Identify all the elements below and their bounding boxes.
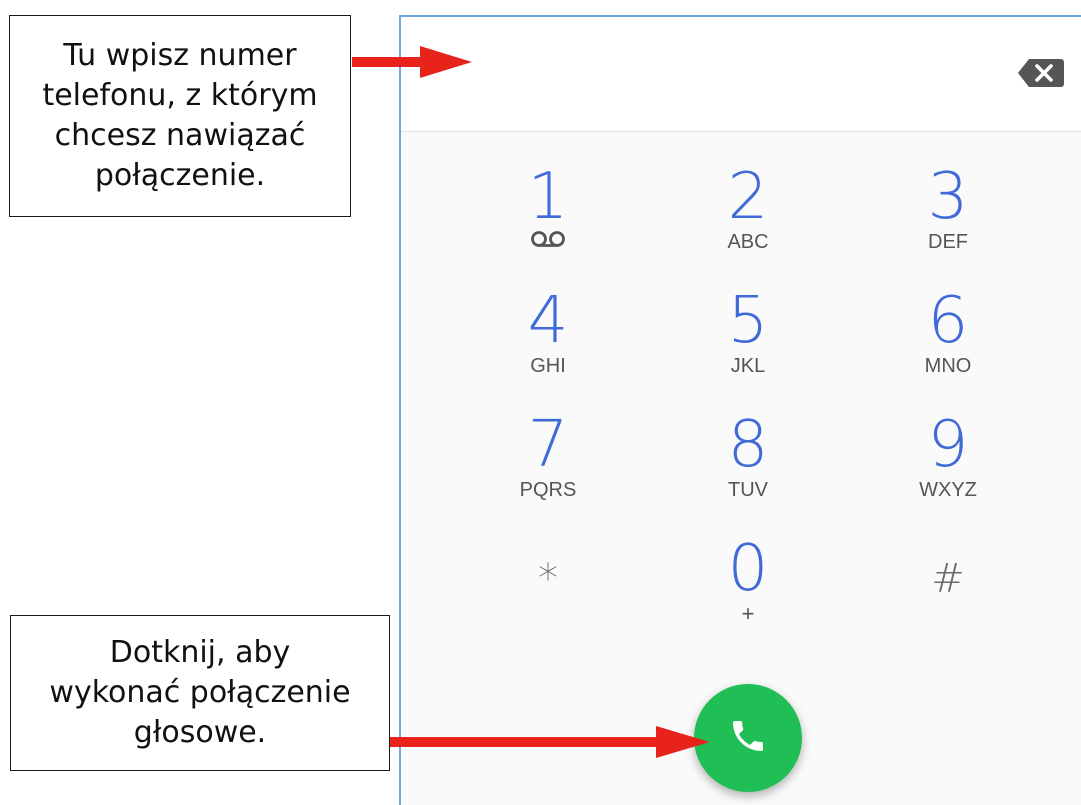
dial-key-digit: 2 — [727, 160, 769, 234]
dial-key-1[interactable]: 1 — [473, 163, 623, 251]
dial-key-digit: # — [931, 556, 965, 602]
annotation-line: głosowe. — [133, 715, 267, 750]
dial-key-letters: ABC — [727, 231, 769, 253]
dial-key-letters: JKL — [730, 355, 766, 377]
dial-key-0[interactable]: 0 + — [673, 535, 823, 625]
dial-key-letters: + — [741, 601, 755, 626]
dial-key-digit: 0 — [727, 532, 769, 606]
dial-key-digit: 3 — [927, 160, 969, 234]
annotation-box-call-button: Dotknij, aby wykonać połączenie głosowe. — [10, 615, 390, 771]
annotation-line: Dotknij, aby — [109, 635, 291, 670]
dial-key-hash[interactable]: # — [873, 545, 1023, 613]
dial-key-8[interactable]: 8 TUV — [673, 411, 823, 501]
annotation-line: Tu wpisz numer — [63, 38, 297, 73]
dial-key-digit: 8 — [727, 408, 769, 482]
dial-key-star[interactable]: * — [473, 545, 623, 613]
backspace-icon[interactable] — [1017, 57, 1065, 89]
dial-key-letters: TUV — [728, 479, 768, 501]
phone-icon — [728, 716, 768, 760]
annotation-box-number-input: Tu wpisz numer telefonu, z którym chcesz… — [9, 15, 351, 217]
dialer-screen: 1 2 ABC 3 DEF 4 GHI 5 JKL 6 MNO 7 PQRS 8… — [399, 15, 1081, 805]
dial-key-7[interactable]: 7 PQRS — [473, 411, 623, 501]
voicemail-icon — [473, 229, 623, 251]
arrow-to-call-button — [390, 726, 710, 758]
annotation-line: telefonu, z którym — [42, 78, 318, 113]
dial-key-letters: WXYZ — [919, 479, 977, 501]
annotation-line: wykonać połączenie — [49, 675, 351, 710]
arrow-to-number-field — [352, 46, 472, 78]
dial-key-letters: DEF — [928, 231, 968, 253]
dial-key-digit: * — [538, 556, 558, 602]
dial-key-digit: 7 — [527, 408, 569, 482]
dial-key-letters: PQRS — [519, 479, 577, 501]
annotation-line: chcesz nawiązać — [54, 118, 306, 153]
dial-key-letters: MNO — [924, 355, 972, 377]
dial-key-digit: 5 — [727, 284, 769, 358]
dial-key-6[interactable]: 6 MNO — [873, 287, 1023, 377]
dial-key-digit: 4 — [527, 284, 569, 358]
dial-key-5[interactable]: 5 JKL — [673, 287, 823, 377]
annotation-line: połączenie. — [94, 158, 266, 193]
dial-key-3[interactable]: 3 DEF — [873, 163, 1023, 253]
dial-key-digit: 1 — [527, 160, 569, 234]
dial-key-letters: GHI — [530, 355, 566, 377]
phone-number-field[interactable] — [401, 17, 1081, 132]
dial-key-9[interactable]: 9 WXYZ — [873, 411, 1023, 501]
dial-key-digit: 6 — [927, 284, 969, 358]
dial-key-digit: 9 — [927, 408, 969, 482]
dial-key-4[interactable]: 4 GHI — [473, 287, 623, 377]
dial-key-2[interactable]: 2 ABC — [673, 163, 823, 253]
